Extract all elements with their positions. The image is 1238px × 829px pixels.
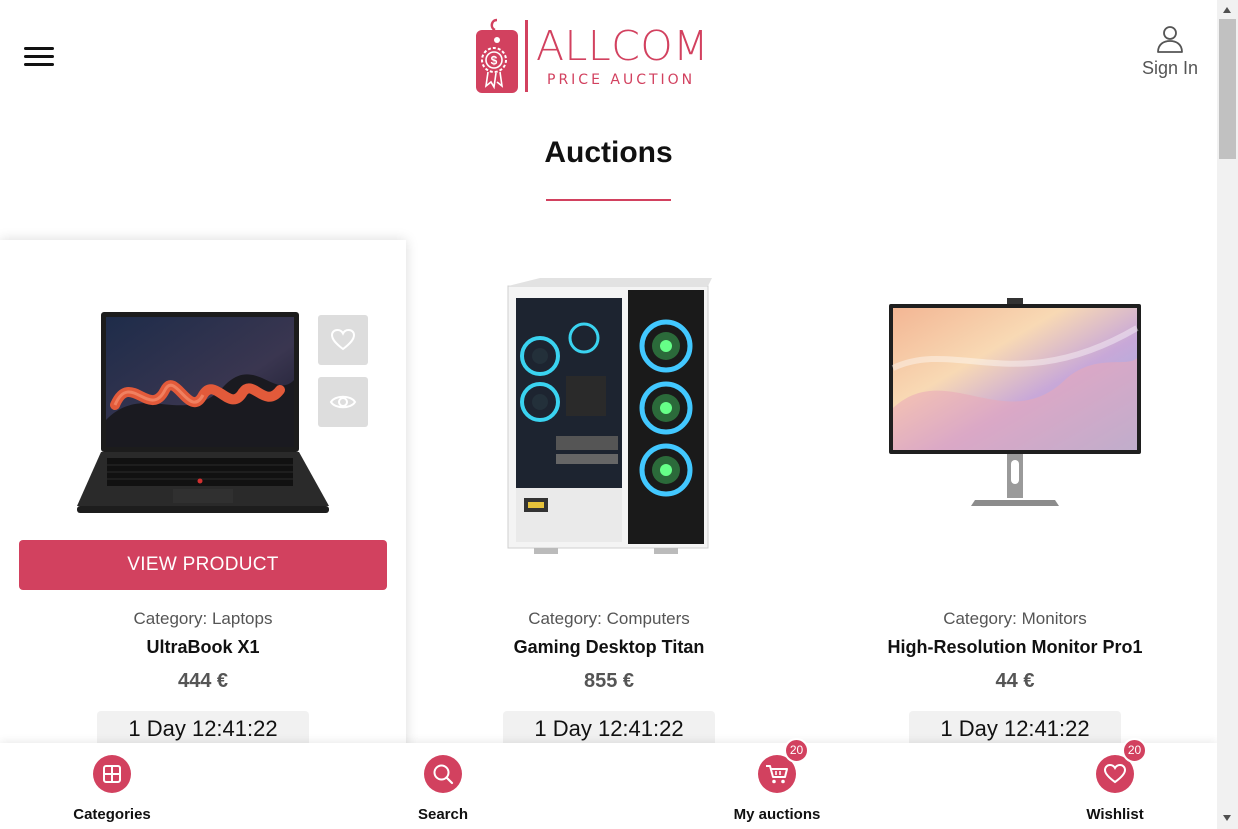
wishlist-count-badge: 20 xyxy=(1122,738,1147,763)
category-prefix: Category: xyxy=(133,609,208,628)
heart-icon: 20 xyxy=(1096,738,1147,793)
monitor-image xyxy=(889,298,1141,506)
scroll-up-arrow-icon[interactable] xyxy=(1223,7,1231,13)
page-title: Auctions xyxy=(544,136,673,169)
product-name[interactable]: UltraBook X1 xyxy=(0,637,406,658)
product-price: 855 € xyxy=(583,670,635,692)
nav-wishlist[interactable]: 20 Wishlist xyxy=(1045,738,1185,823)
product-price: 44 € xyxy=(995,670,1035,692)
brand-tagline: PRICE AUCTION xyxy=(547,72,696,88)
header: $ ALLCOM PRICE AUCTION Sign In xyxy=(0,0,1217,110)
svg-text:$: $ xyxy=(491,54,498,68)
nav-label: Search xyxy=(417,806,469,823)
product-name[interactable]: High-Resolution Monitor Pro1 xyxy=(812,637,1218,658)
brand-logo[interactable]: $ ALLCOM PRICE AUCTION xyxy=(474,18,734,96)
bottom-navigation: Categories Search 20 My auctions 20 Wish… xyxy=(0,738,1217,829)
gaming-desktop-image xyxy=(507,278,712,554)
signin-label: Sign In xyxy=(1141,58,1199,78)
eye-icon xyxy=(329,395,357,409)
search-icon xyxy=(424,755,462,793)
grid-icon xyxy=(93,755,131,793)
product-card-monitor[interactable]: Category: Monitors High-Resolution Monit… xyxy=(812,240,1218,760)
logo-divider xyxy=(525,20,528,92)
product-card-desktop[interactable]: Category: Computers Gaming Desktop Titan… xyxy=(406,240,812,760)
cart-icon: 20 xyxy=(758,738,809,793)
user-icon xyxy=(1157,26,1183,53)
category-value: Monitors xyxy=(1021,609,1087,628)
scroll-down-arrow-icon[interactable] xyxy=(1223,815,1231,821)
nav-label: My auctions xyxy=(733,806,821,823)
nav-label: Wishlist xyxy=(1086,806,1144,823)
laptop-image xyxy=(77,312,329,513)
product-category[interactable]: Category: Monitors xyxy=(812,609,1218,629)
view-product-button[interactable]: VIEW PRODUCT xyxy=(19,540,387,590)
product-price: 444 € xyxy=(177,670,229,692)
price-tag-logo-icon: $ xyxy=(476,18,518,93)
menu-hamburger-icon[interactable] xyxy=(24,45,54,67)
category-value: Computers xyxy=(606,609,690,628)
scroll-thumb[interactable] xyxy=(1219,19,1236,159)
product-category[interactable]: Category: Computers xyxy=(406,609,812,629)
heart-outline-icon xyxy=(330,328,356,351)
product-category[interactable]: Category: Laptops xyxy=(0,609,406,629)
category-value: Laptops xyxy=(211,609,273,628)
nav-my-auctions[interactable]: 20 My auctions xyxy=(707,738,847,823)
product-name[interactable]: Gaming Desktop Titan xyxy=(406,637,812,658)
title-underline xyxy=(546,199,671,201)
nav-label: Categories xyxy=(73,806,151,823)
auctions-count-badge: 20 xyxy=(784,738,809,763)
vertical-scrollbar[interactable] xyxy=(1217,0,1238,829)
signin-button[interactable]: Sign In xyxy=(1138,24,1202,79)
nav-categories[interactable]: Categories xyxy=(42,755,182,823)
category-prefix: Category: xyxy=(528,609,602,628)
nav-search[interactable]: Search xyxy=(373,755,513,823)
add-to-wishlist-button[interactable] xyxy=(318,315,368,365)
quick-view-button[interactable] xyxy=(318,377,368,427)
category-prefix: Category: xyxy=(943,609,1017,628)
product-card-laptop[interactable]: VIEW PRODUCT Category: Laptops UltraBook… xyxy=(0,240,406,760)
brand-name: ALLCOM xyxy=(536,22,710,70)
